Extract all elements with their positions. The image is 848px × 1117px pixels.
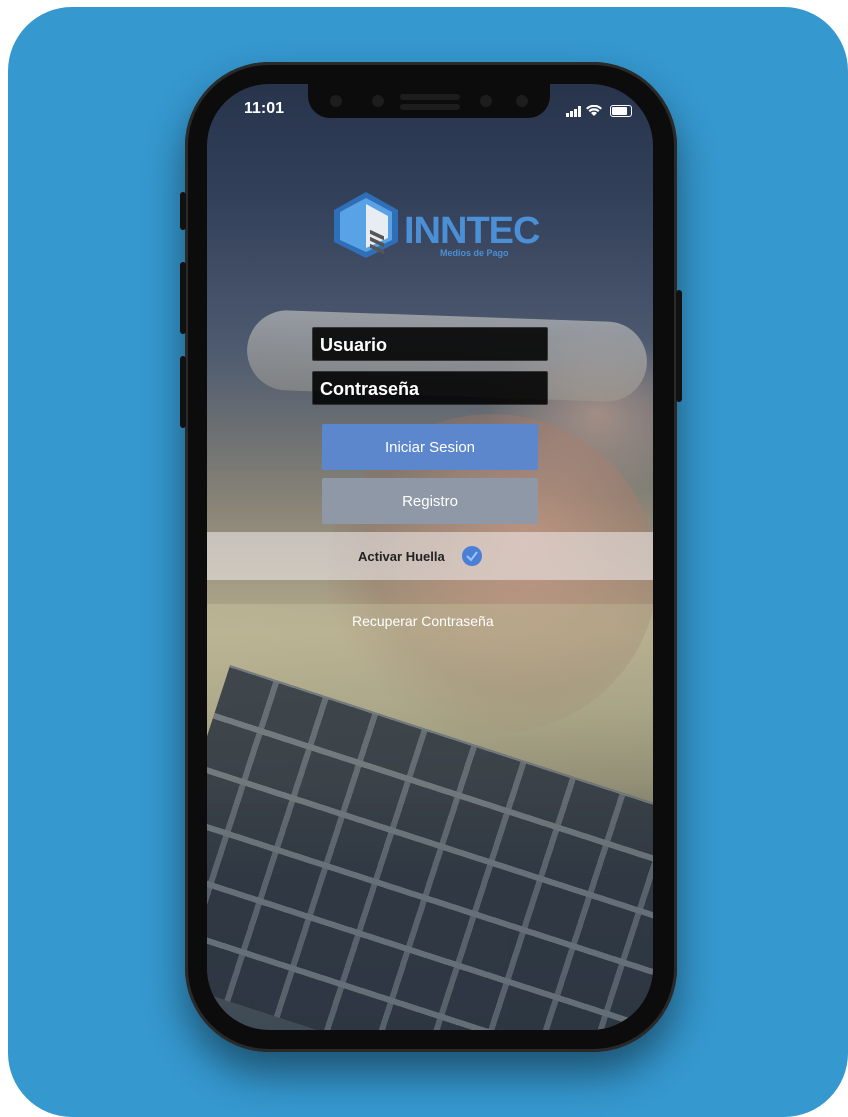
notch bbox=[308, 84, 550, 118]
status-time: 11:01 bbox=[244, 100, 285, 117]
brand-tagline: Medios de Pago bbox=[440, 248, 509, 258]
battery-icon bbox=[609, 105, 632, 118]
sensor-icon-right bbox=[480, 95, 492, 107]
camera-icon bbox=[330, 95, 342, 107]
recover-password-link[interactable]: Recuperar Contraseña bbox=[352, 613, 494, 629]
wifi-icon bbox=[585, 105, 602, 117]
fingerprint-label: Activar Huella bbox=[358, 549, 445, 564]
volume-up-button bbox=[180, 262, 186, 334]
speaker-grille bbox=[400, 94, 460, 100]
fingerprint-checkbox[interactable] bbox=[462, 546, 482, 566]
password-field[interactable]: Contraseña bbox=[312, 371, 548, 405]
status-icons bbox=[566, 102, 632, 118]
register-button[interactable]: Registro bbox=[322, 478, 538, 524]
signal-icon bbox=[566, 105, 581, 117]
cube-logo-icon bbox=[334, 192, 398, 258]
username-field[interactable]: Usuario bbox=[312, 327, 548, 361]
brand-logo: INNTEC Medios de Pago bbox=[332, 190, 540, 260]
mute-switch bbox=[180, 192, 186, 230]
checkmark-icon bbox=[466, 551, 478, 562]
sensor-icon bbox=[372, 95, 384, 107]
front-camera-icon bbox=[516, 95, 528, 107]
speaker-grille-lower bbox=[400, 104, 460, 110]
login-button[interactable]: Iniciar Sesion bbox=[322, 424, 538, 470]
volume-down-button bbox=[180, 356, 186, 428]
power-button bbox=[676, 290, 682, 402]
brand-name: INNTEC bbox=[404, 210, 540, 252]
